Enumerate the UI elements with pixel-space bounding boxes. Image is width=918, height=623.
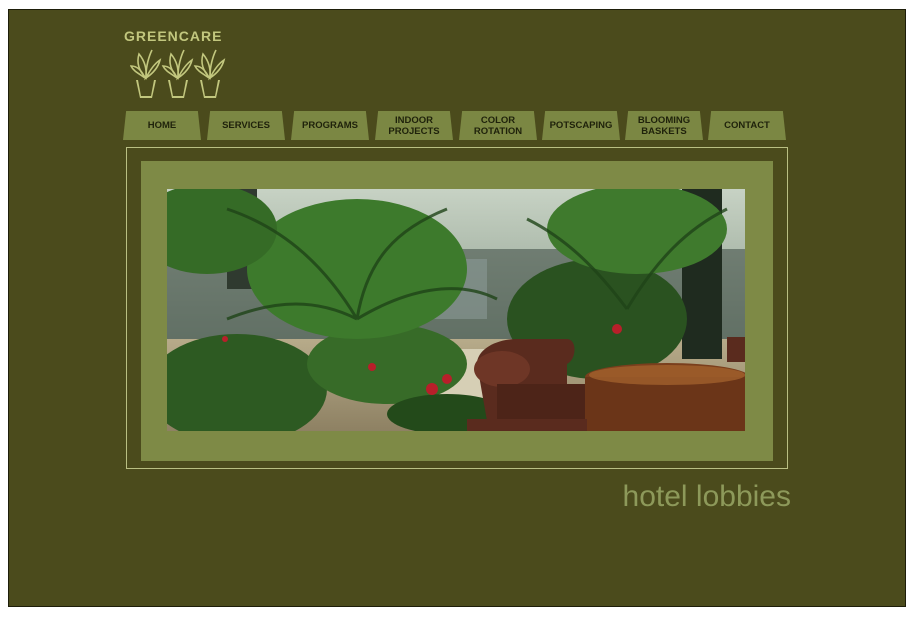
greencare-logo[interactable]: GREENCARE xyxy=(124,28,244,100)
nav-tab-label: CONTACT xyxy=(724,120,770,131)
nav-tab-indoor-projects[interactable]: INDOOR PROJECTS xyxy=(375,111,453,140)
lobby-photo-illustration xyxy=(167,189,745,431)
nav-tab-blooming-baskets[interactable]: BLOOMING BASKETS xyxy=(625,111,703,140)
nav-tab-contact[interactable]: CONTACT xyxy=(708,111,786,140)
nav-tab-services[interactable]: SERVICES xyxy=(207,111,285,140)
nav-tab-label: BLOOMING BASKETS xyxy=(637,114,691,137)
nav-tab-label: COLOR ROTATION xyxy=(473,114,523,137)
nav-tab-label: POTSCAPING xyxy=(549,120,613,131)
nav-tab-potscaping[interactable]: POTSCAPING xyxy=(542,111,620,140)
main-navigation: HOME SERVICES PROGRAMS INDOOR PROJECTS C… xyxy=(121,111,801,141)
nav-tab-label: INDOOR PROJECTS xyxy=(388,114,440,137)
nav-tab-programs[interactable]: PROGRAMS xyxy=(291,111,369,140)
page-caption: hotel lobbies xyxy=(622,480,791,513)
nav-tab-home[interactable]: HOME xyxy=(123,111,201,140)
nav-tab-label: SERVICES xyxy=(222,120,270,131)
nav-tab-label: PROGRAMS xyxy=(302,120,358,131)
logo-wordmark: GREENCARE xyxy=(124,28,223,44)
nav-tab-color-rotation[interactable]: COLOR ROTATION xyxy=(459,111,537,140)
hotel-lobby-photo xyxy=(167,189,745,431)
potted-plant-icon xyxy=(130,49,226,98)
nav-tab-label: HOME xyxy=(147,120,177,131)
page-container: GREENCARE HOME SERVICES PROGRAMS INDOOR … xyxy=(8,9,906,607)
